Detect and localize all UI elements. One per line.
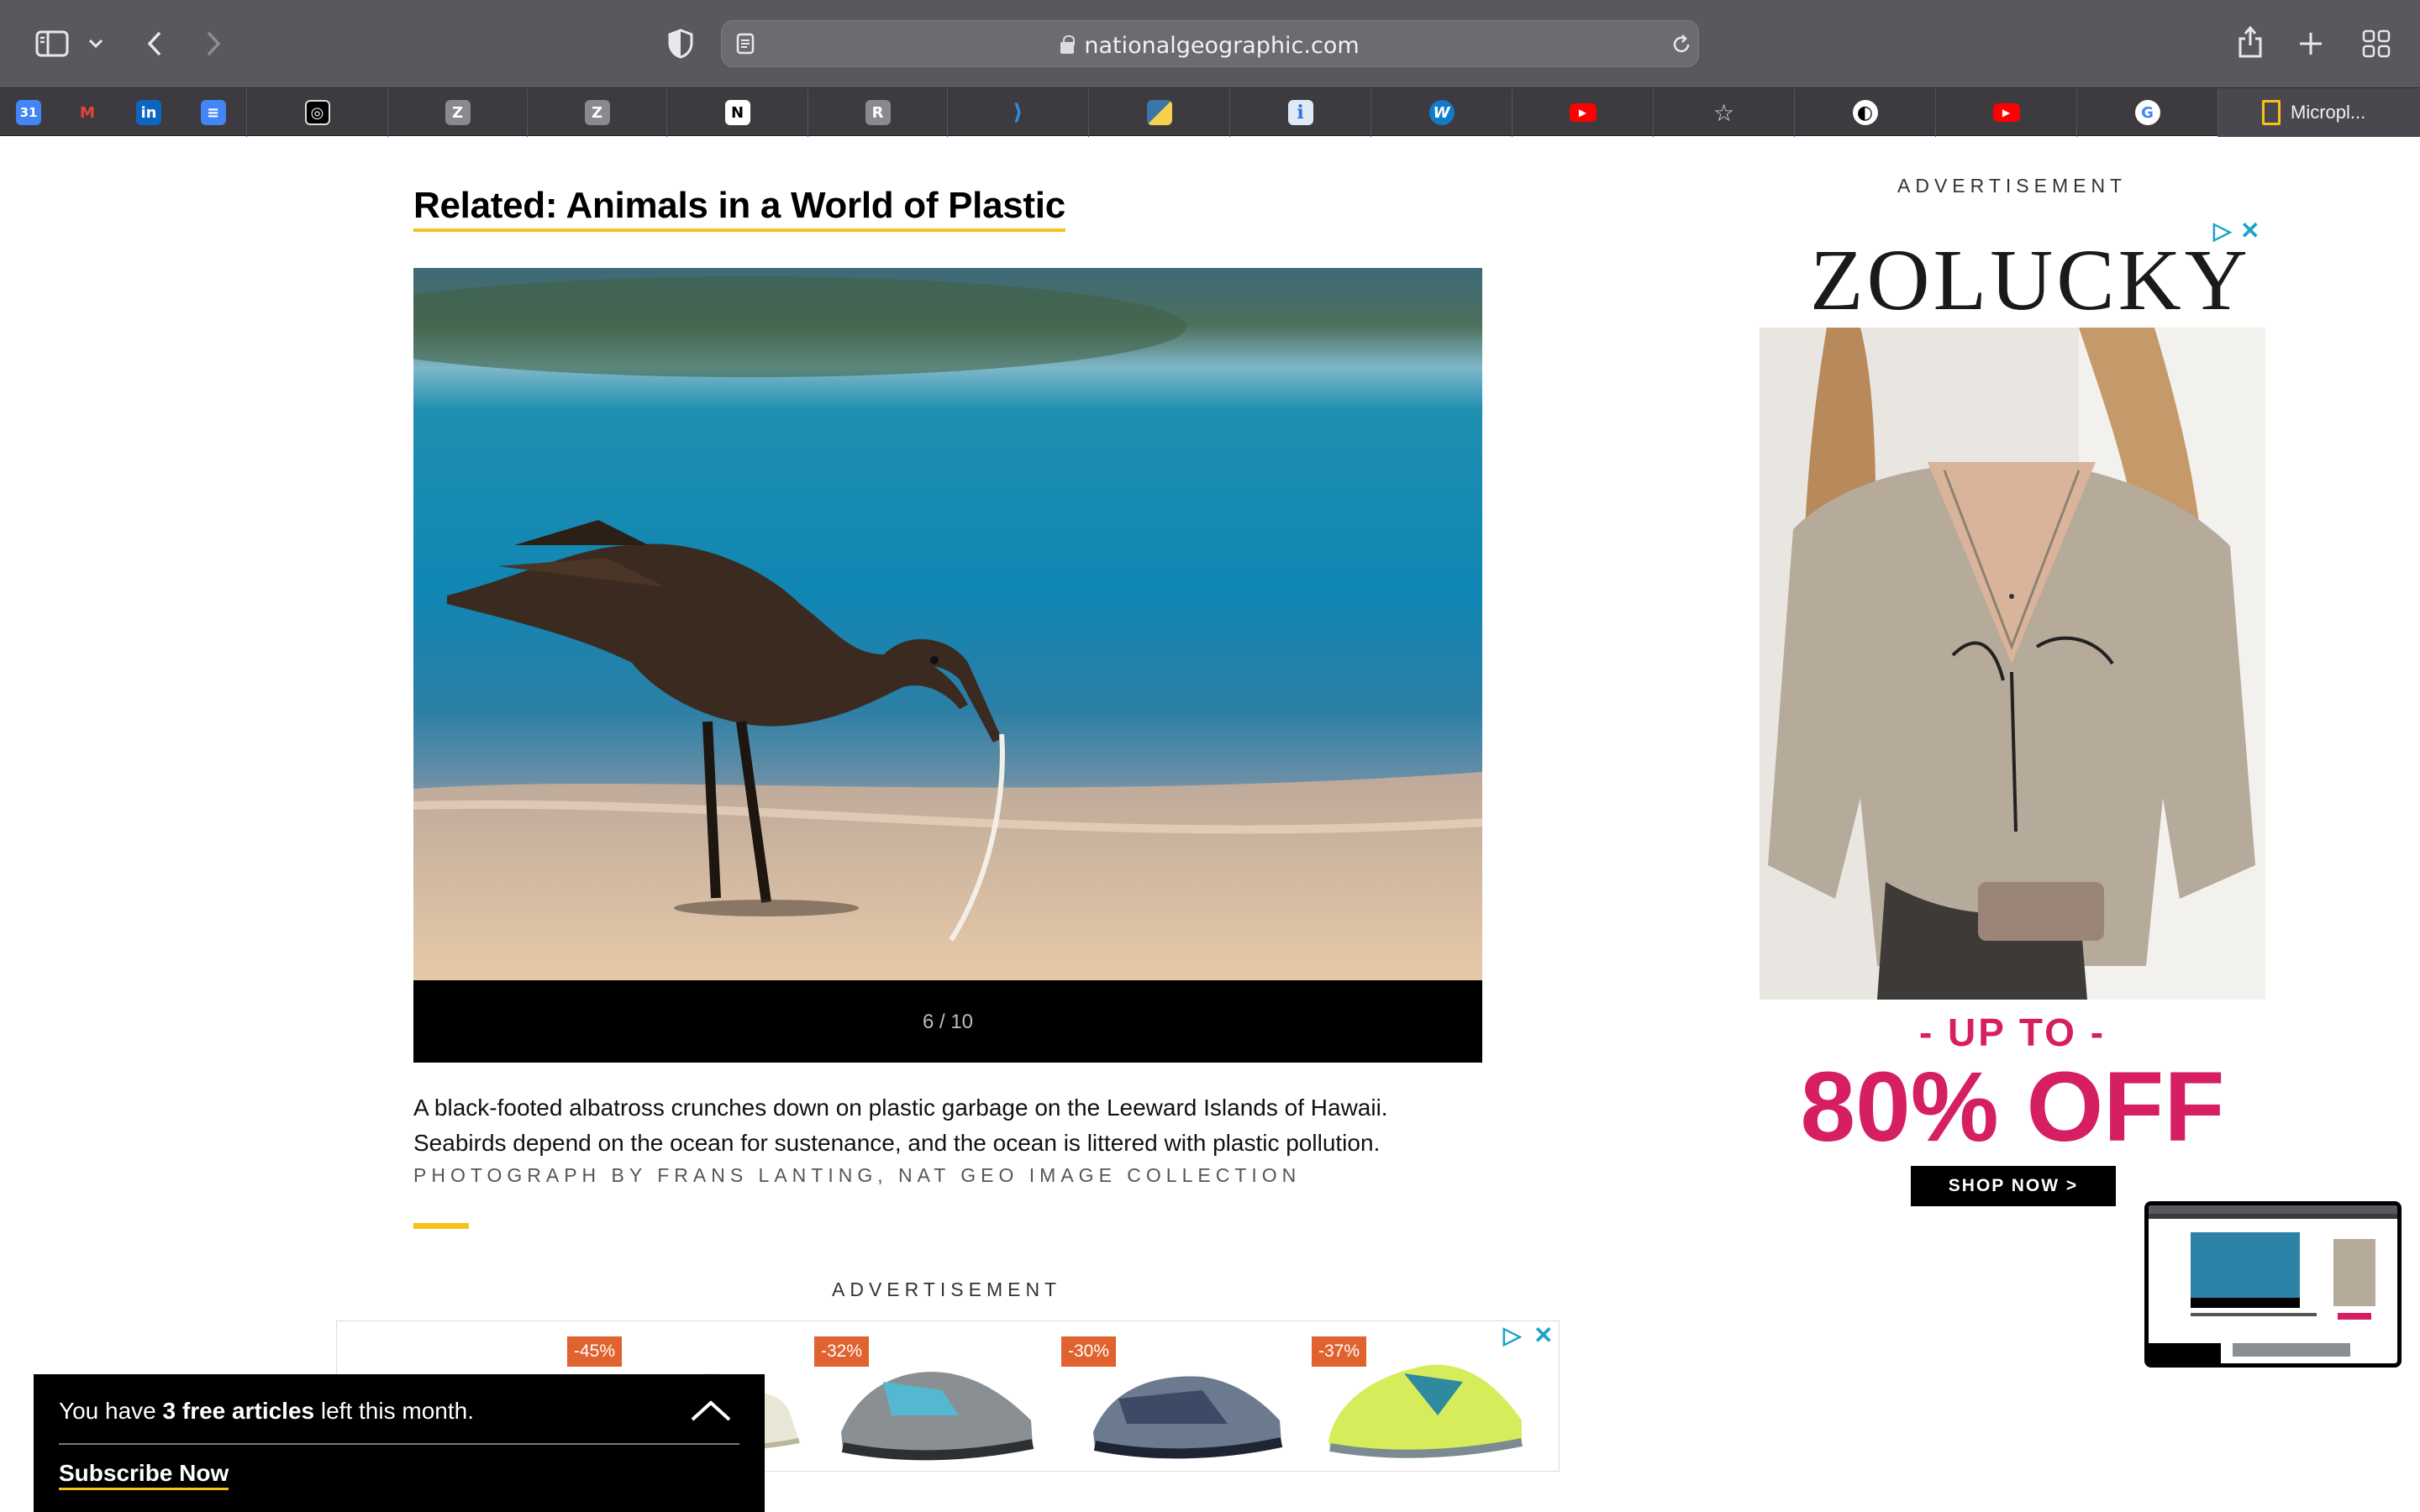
- chevron-down-icon[interactable]: [84, 32, 108, 55]
- youtube-icon: ▶: [1569, 103, 1597, 122]
- favorite-info[interactable]: i: [1230, 88, 1371, 137]
- privacy-shield-icon[interactable]: [664, 27, 697, 60]
- favorite-linkedin[interactable]: in: [118, 88, 180, 137]
- favorite-zotero-2[interactable]: Z: [528, 88, 667, 137]
- albatross-photo[interactable]: [413, 268, 1482, 980]
- lock-icon: [1060, 35, 1076, 54]
- document-icon: [2262, 100, 2281, 125]
- favorite-google[interactable]: G: [2077, 88, 2218, 137]
- url-text: nationalgeographic.com: [1084, 33, 1360, 59]
- google-icon: G: [2134, 100, 2160, 125]
- google-calendar-icon: 31: [16, 100, 41, 125]
- adchoices-icon[interactable]: ▷: [1503, 1321, 1522, 1349]
- favorite-micropl[interactable]: Micropl...: [2218, 88, 2420, 137]
- target-icon: ◎: [304, 100, 330, 125]
- share-icon[interactable]: [2235, 24, 2265, 60]
- star-icon: ☆: [1712, 98, 1735, 127]
- favorite-python[interactable]: [1089, 88, 1230, 137]
- chevron-up-icon[interactable]: [689, 1398, 733, 1427]
- slide-counter: 6 / 10: [922, 1011, 974, 1033]
- sidebar-toggle-icon[interactable]: [34, 27, 71, 60]
- free-articles-prefix: You have: [59, 1398, 163, 1424]
- youtube-icon: ▶: [1992, 103, 2020, 122]
- favorite-r[interactable]: R: [808, 88, 948, 137]
- close-ad-icon[interactable]: ✕: [1534, 1321, 1553, 1349]
- caption-line: A black-footed albatross crunches down o…: [413, 1095, 1388, 1121]
- favorite-google-docs[interactable]: ≡: [180, 88, 247, 137]
- favorite-google-calendar[interactable]: 31: [0, 88, 57, 137]
- favorite-notion[interactable]: N: [667, 88, 808, 137]
- photo-caption: A black-footed albatross crunches down o…: [413, 1090, 1506, 1161]
- favorite-youtube-1[interactable]: ▶: [1512, 88, 1654, 137]
- favorite-gmail[interactable]: M: [57, 88, 118, 137]
- zolucky-logo: ZOLUCKY: [1810, 232, 2251, 328]
- free-articles-message: You have 3 free articles left this month…: [59, 1398, 474, 1425]
- caption-line: Seabirds depend on the ocean for sustena…: [413, 1130, 1381, 1156]
- banner-divider: [59, 1443, 739, 1445]
- new-tab-icon[interactable]: [2296, 27, 2326, 60]
- section-divider: [413, 1223, 469, 1229]
- favorite-github[interactable]: ◐: [1795, 88, 1936, 137]
- github-icon: ◐: [1852, 100, 1878, 125]
- browser-toolbar: nationalgeographic.com: [0, 0, 2420, 87]
- sweater-model-image[interactable]: [1760, 328, 2265, 1000]
- shop-now-button[interactable]: SHOP NOW >: [1911, 1166, 2116, 1206]
- favorite-vscode[interactable]: ⟩: [948, 88, 1089, 137]
- favorite-target[interactable]: ◎: [247, 88, 388, 137]
- r-icon: R: [865, 100, 891, 125]
- wordpress-icon: W: [1428, 100, 1455, 125]
- zolucky-advertisement[interactable]: ▷ ✕ ZOLUCKY - UP TO - 80% OFF SHOP NOW >: [1760, 213, 2265, 1213]
- address-bar[interactable]: nationalgeographic.com: [721, 20, 1699, 67]
- photo-credit: Photograph by Frans Lanting, Nat Geo Ima…: [413, 1164, 1302, 1186]
- zotero-icon: Z: [584, 100, 610, 125]
- favorite-bookmark[interactable]: ☆: [1654, 88, 1795, 137]
- shoe-image[interactable]: [1320, 1340, 1530, 1466]
- favorites-bar: 31 M in ≡ ◎ Z Z N R ⟩ i W ▶ ☆ ◐ ▶ G Micr…: [0, 87, 2420, 137]
- zotero-icon: Z: [445, 100, 471, 125]
- related-gallery-title[interactable]: Related: Animals in a World of Plastic: [413, 185, 1065, 232]
- linkedin-icon: in: [136, 100, 161, 125]
- subscribe-now-link[interactable]: Subscribe Now: [59, 1460, 229, 1490]
- promo-up-to: - UP TO -: [1918, 1011, 2107, 1054]
- free-articles-banner: You have 3 free articles left this month…: [34, 1374, 765, 1512]
- tab-overview-icon[interactable]: [2360, 27, 2393, 60]
- shoe-image[interactable]: [1085, 1340, 1295, 1466]
- gallery-counter-bar: 6 / 10: [413, 980, 1482, 1063]
- free-articles-suffix: left this month.: [314, 1398, 474, 1424]
- advertisement-label: ADVERTISEMENT: [1897, 175, 2128, 197]
- python-icon: [1146, 100, 1172, 125]
- notion-icon: N: [724, 100, 750, 125]
- reload-icon[interactable]: [1670, 32, 1693, 57]
- info-icon: i: [1287, 100, 1313, 125]
- screenshot-thumbnail[interactable]: [2144, 1201, 2402, 1368]
- gmail-icon: M: [80, 103, 95, 122]
- free-articles-count: 3 free articles: [162, 1398, 315, 1424]
- discount-badge: -45%: [567, 1336, 623, 1367]
- favorite-zotero-1[interactable]: Z: [388, 88, 528, 137]
- shoe-image[interactable]: [833, 1340, 1043, 1466]
- favorite-wordpress[interactable]: W: [1371, 88, 1512, 137]
- favorite-micropl-label: Micropl...: [2291, 102, 2366, 123]
- back-button[interactable]: [139, 27, 170, 60]
- advertisement-label: ADVERTISEMENT: [832, 1278, 1062, 1300]
- vscode-icon: ⟩: [1013, 100, 1023, 125]
- google-docs-icon: ≡: [200, 100, 226, 125]
- favorite-youtube-2[interactable]: ▶: [1936, 88, 2077, 137]
- forward-button[interactable]: [198, 27, 229, 60]
- promo-discount: 80% OFF: [1800, 1052, 2225, 1163]
